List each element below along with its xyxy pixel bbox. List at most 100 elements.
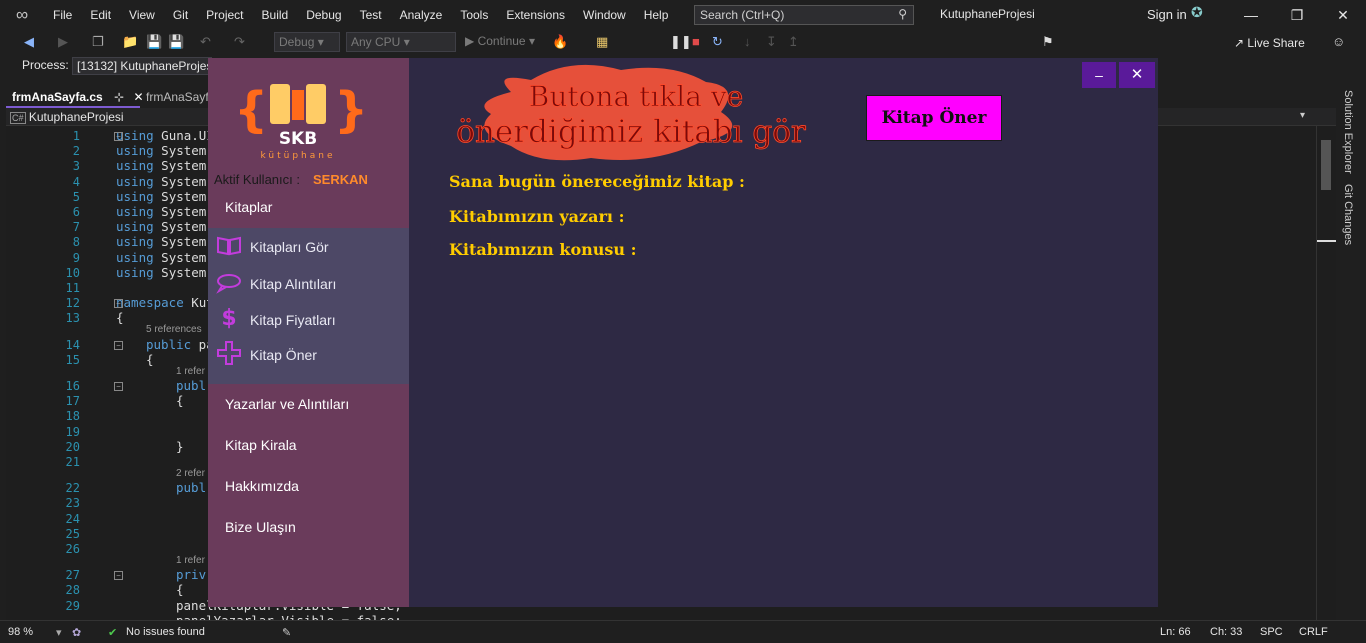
- line-number: 7: [72, 220, 80, 235]
- reference-count-hint[interactable]: 1 refer: [176, 555, 205, 566]
- search-placeholder: Search (Ctrl+Q): [700, 8, 785, 22]
- line-ending-indicator[interactable]: CRLF: [1299, 626, 1328, 638]
- app-close-button[interactable]: ✕: [1119, 62, 1155, 88]
- code-keyword: priv: [176, 567, 207, 583]
- fold-toggle-icon[interactable]: −: [114, 340, 123, 350]
- code-keyword: using: [116, 234, 154, 250]
- menu-debug[interactable]: Debug: [297, 0, 350, 30]
- menu-tools[interactable]: Tools: [451, 0, 497, 30]
- menu-window[interactable]: Window: [574, 0, 635, 30]
- code-line: using System: [116, 219, 206, 234]
- save-icon[interactable]: 💾: [146, 34, 162, 50]
- active-user-name: SERKAN: [313, 172, 368, 187]
- save-all-icon[interactable]: 💾: [168, 34, 184, 50]
- visual-studio-logo-icon[interactable]: ∞: [0, 0, 44, 30]
- code-keyword: public: [146, 336, 192, 352]
- svg-text:önerdiğimiz kitabı gör: önerdiğimiz kitabı gör: [456, 114, 806, 150]
- code-text: System: [153, 188, 207, 204]
- reference-count-hint[interactable]: 5 references: [146, 324, 202, 335]
- chevron-down-icon[interactable]: ▾: [1300, 110, 1305, 121]
- pin-icon[interactable]: ⊹: [114, 90, 124, 104]
- line-number: 13: [65, 311, 80, 326]
- editor-vertical-scrollbar[interactable]: [1316, 126, 1337, 620]
- submenu-kitaplari-gor[interactable]: Kitapları Gör: [250, 239, 329, 255]
- platform-dropdown[interactable]: Any CPU ▾: [346, 32, 456, 52]
- code-keyword: using: [116, 143, 154, 159]
- app-minimize-button[interactable]: –: [1082, 62, 1116, 88]
- zoom-level[interactable]: 98 %: [8, 626, 33, 638]
- menu-build[interactable]: Build: [253, 0, 298, 30]
- bookmark-icon[interactable]: ⚑: [1042, 34, 1054, 50]
- tab-frmanasayfa-cs[interactable]: frmAnaSayfa.cs ⊹ ✕: [6, 88, 144, 108]
- step-into-icon[interactable]: ↧: [766, 34, 777, 50]
- minimize-window-button[interactable]: —: [1228, 0, 1274, 30]
- cleanup-icon[interactable]: ✎: [282, 626, 291, 639]
- reference-count-hint[interactable]: 2 refer: [176, 468, 205, 479]
- line-number: 2: [72, 144, 80, 159]
- menu-yazarlar[interactable]: Yazarlar ve Alıntıları: [225, 396, 349, 412]
- menu-kitaplar[interactable]: Kitaplar: [225, 199, 272, 215]
- line-number: 5: [72, 189, 80, 204]
- column-indicator[interactable]: Ch: 33: [1210, 626, 1242, 638]
- restart-icon[interactable]: ↻: [712, 34, 723, 50]
- navigate-back-icon[interactable]: ◀: [24, 34, 34, 50]
- menu-help[interactable]: Help: [635, 0, 678, 30]
- menu-file[interactable]: File: [44, 0, 81, 30]
- menu-extensions[interactable]: Extensions: [497, 0, 574, 30]
- project-navigation-dropdown[interactable]: C# KutuphaneProjesi: [10, 110, 124, 124]
- fold-toggle-icon[interactable]: −: [114, 571, 123, 581]
- chevron-down-icon[interactable]: ▾: [56, 626, 62, 639]
- menu-view[interactable]: View: [120, 0, 164, 30]
- configuration-dropdown[interactable]: Debug ▾: [274, 32, 340, 52]
- menu-edit[interactable]: Edit: [81, 0, 120, 30]
- account-icon[interactable]: ✪: [1191, 4, 1203, 21]
- code-text: Guna.UI: [153, 128, 214, 143]
- menu-git[interactable]: Git: [164, 0, 197, 30]
- restore-window-button[interactable]: ❐: [1274, 0, 1320, 30]
- git-changes-tab[interactable]: Git Changes: [1342, 184, 1354, 245]
- step-over-icon[interactable]: ↓: [744, 34, 751, 49]
- new-item-icon[interactable]: ❐: [92, 34, 104, 50]
- fold-toggle-icon[interactable]: −: [114, 382, 123, 391]
- kitap-oner-button[interactable]: Kitap Öner: [866, 95, 1002, 141]
- close-window-button[interactable]: ✕: [1320, 0, 1366, 30]
- whitespace-indicator[interactable]: SPC: [1260, 626, 1283, 638]
- step-out-icon[interactable]: ↥: [788, 34, 799, 50]
- solution-explorer-tab[interactable]: Solution Explorer: [1342, 90, 1354, 174]
- menu-hakkimizda[interactable]: Hakkımızda: [225, 478, 299, 494]
- menu-analyze[interactable]: Analyze: [391, 0, 452, 30]
- continue-button[interactable]: ▶ Continue ▾: [465, 34, 535, 48]
- diagnostics-icon[interactable]: ▦: [596, 34, 608, 50]
- pause-icon[interactable]: ❚❚: [670, 34, 692, 50]
- fold-toggle-icon[interactable]: −: [114, 299, 123, 309]
- live-share-button[interactable]: ↗ Live Share: [1234, 36, 1305, 50]
- submenu-kitap-oner[interactable]: Kitap Öner: [250, 347, 317, 363]
- reference-count-hint[interactable]: 1 refer: [176, 366, 205, 377]
- sign-in-link[interactable]: Sign in: [1147, 7, 1187, 22]
- line-indicator[interactable]: Ln: 66: [1160, 626, 1191, 638]
- menu-kitap-kirala[interactable]: Kitap Kirala: [225, 437, 297, 453]
- search-input[interactable]: Search (Ctrl+Q) ⚲: [694, 5, 914, 25]
- navigate-forward-icon[interactable]: ▶: [58, 34, 68, 50]
- issues-status[interactable]: No issues found: [126, 626, 205, 638]
- scrollbar-thumb[interactable]: [1321, 140, 1331, 190]
- fold-toggle-icon[interactable]: −: [114, 132, 123, 141]
- undo-icon[interactable]: ↶: [200, 34, 211, 50]
- line-number: 3: [72, 159, 80, 174]
- code-line: using System: [116, 250, 206, 265]
- menu-bize-ulasin[interactable]: Bize Ulaşın: [225, 519, 296, 535]
- intellicode-icon[interactable]: ✿: [72, 626, 81, 639]
- hot-reload-icon[interactable]: 🔥: [552, 34, 568, 50]
- process-dropdown[interactable]: [13132] KutuphaneProjesi: [72, 57, 212, 75]
- redo-icon[interactable]: ↷: [234, 34, 245, 50]
- submenu-kitap-alintilari[interactable]: Kitap Alıntıları: [250, 276, 336, 292]
- menu-project[interactable]: Project: [197, 0, 252, 30]
- code-line: publ: [176, 378, 206, 393]
- stop-icon[interactable]: ■: [692, 34, 700, 49]
- open-folder-icon[interactable]: 📁: [122, 34, 138, 50]
- feedback-icon[interactable]: ☺: [1332, 34, 1345, 49]
- menu-test[interactable]: Test: [351, 0, 391, 30]
- code-line: using System: [116, 158, 206, 173]
- book-icon: [217, 236, 241, 256]
- submenu-kitap-fiyatlari[interactable]: Kitap Fiyatları: [250, 312, 336, 328]
